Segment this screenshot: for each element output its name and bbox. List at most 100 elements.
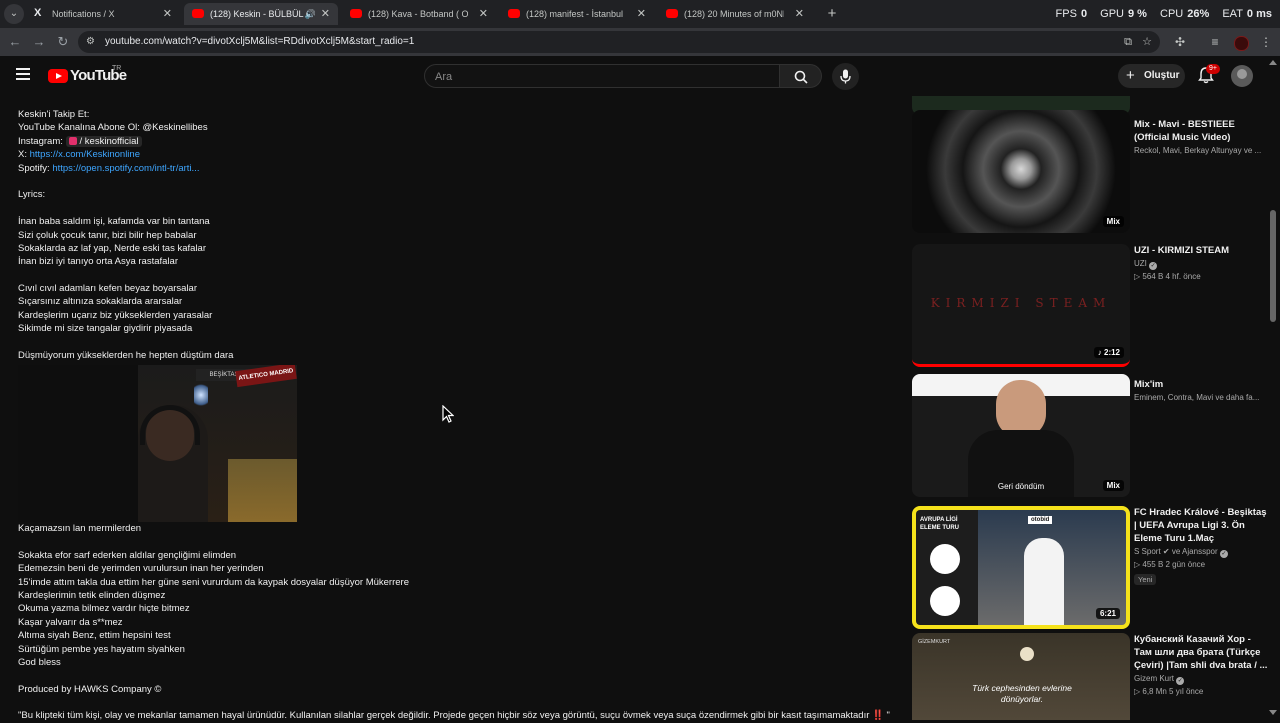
site-info-icon[interactable]: ⚙ [86,36,98,48]
new-badge: Yeni [1134,574,1157,585]
url-text[interactable]: youtube.com/watch?v=divotXclj5M&list=RDd… [105,31,414,53]
youtube-icon [666,9,678,18]
related-video-card[interactable]: Mix Mix - Mavi - BESTIEEE (Official Musi… [912,110,1268,238]
menu-icon[interactable] [16,68,30,80]
video-title[interactable]: FC Hradec Králové - Beşiktaş | UEFA Avru… [1134,506,1268,545]
eat-label: EAT [1222,8,1243,20]
video-thumbnail[interactable]: GİZEMKURT Türk cephesinden evlerine dönü… [912,633,1130,720]
description-label: Instagram: [18,135,66,147]
browser-tab[interactable]: X Notifications / X ✕ [26,3,180,25]
browser-tab[interactable]: (128) 20 Minutes of m0NESY AW ✕ [658,3,812,25]
scroll-up-arrow-icon[interactable] [1269,60,1277,65]
reload-icon[interactable]: ↻ [53,32,73,52]
cpu-value: 26% [1187,8,1210,20]
lyric-line: İnan baba saldım işi, kafamda var bin ta… [18,216,210,228]
lyric-line: Kaşar yalvarır da s**mez [18,616,123,628]
video-thumbnail[interactable]: KIRMIZI STEAM ♪ 2:12 [912,244,1130,367]
spotify-link[interactable]: https://open.spotify.com/intl-tr/arti... [52,163,199,174]
tab-close-icon[interactable]: ✕ [795,3,804,25]
video-channel[interactable]: Reckol, Mavi, Berkay Altunyay ve ... [1134,144,1268,157]
related-video-card[interactable]: GİZEMKURT Türk cephesinden evlerine dönü… [912,633,1268,720]
instagram-link[interactable]: / keskinofficial [65,135,142,147]
search-icon [794,70,808,84]
producer-credit: Produced by HAWKS Company © [18,683,162,695]
related-video-card[interactable]: ⋯ [912,96,1268,115]
tab-search-button[interactable]: ⌄ [4,4,24,24]
lyric-line: İnan bizi iyi tanıyo orta Asya rastafala… [18,256,178,268]
search-button[interactable] [780,64,822,88]
instagram-handle: / keskinofficial [79,135,139,147]
browser-tab[interactable]: (128) manifest - İstanbul Manife ✕ [500,3,654,25]
bookmark-star-icon[interactable]: ☆ [1139,34,1155,50]
youtube-play-icon [48,69,68,83]
browser-tab-active[interactable]: (128) Keskin - BÜLBÜL (Offic 🔊 ✕ [184,3,338,25]
more-options-icon[interactable]: ⋯ [1134,96,1268,99]
scroll-down-arrow-icon[interactable] [1269,710,1277,715]
page-scrollbar[interactable] [1270,210,1276,322]
youtube-icon [350,9,362,18]
instagram-icon [68,136,77,145]
tab-close-icon[interactable]: ✕ [321,3,330,25]
browser-menu-icon[interactable]: ⋮ [1256,32,1276,52]
video-channel[interactable]: Gizem Kurt ✓ [1134,672,1268,685]
thumbnail-text: Türk cephesinden evlerine dönüyorlar. [972,683,1072,704]
channel-name: Gizem Kurt [1134,674,1175,683]
video-thumbnail[interactable]: Geri döndüm Mix [912,374,1130,497]
video-meta: Mix'im Eminem, Contra, Mavi ve daha fa..… [1134,378,1268,404]
mix-badge: Mix [1102,480,1124,491]
video-title[interactable]: Mix - Mavi - BESTIEEE (Official Music Vi… [1134,118,1268,144]
search-input[interactable]: Ara [424,64,780,88]
account-avatar[interactable] [1231,65,1253,87]
video-meta: FC Hradec Králové - Beşiktaş | UEFA Avru… [1134,506,1268,585]
install-app-icon[interactable]: ⧉ [1120,34,1136,50]
moon-icon [1020,647,1034,661]
related-video-card[interactable]: KIRMIZI STEAM ♪ 2:12 UZI - KIRMIZI STEAM… [912,244,1268,368]
disclaimer: "Bu klipteki tüm kişi, olay ve mekanlar … [18,710,890,722]
audio-playing-icon[interactable]: 🔊 [305,3,316,25]
video-thumbnail[interactable]: AVRUPA LİGİ ELEME TURU otobid 6:21 [912,506,1130,629]
tab-title: Notifications / X [52,9,115,19]
media-control-icon[interactable]: ≡ [1205,32,1225,52]
lyric-line: Sokaklarda az laf yap, Nerde eski tas ka… [18,242,206,254]
related-videos-sidebar: ⋯ Mix Mix - Mavi - BESTIEEE (Official Mu… [902,96,1268,720]
lyric-line: 15'imde attım takla dua ettim her güne s… [18,576,409,588]
related-video-card[interactable]: Geri döndüm Mix Mix'im Eminem, Contra, M… [912,374,1268,499]
description-label: Spotify: [18,162,53,174]
x-line: X: https://x.com/Keskinonline [18,148,888,161]
extensions-icon[interactable]: ✣ [1170,32,1190,52]
create-button[interactable]: + Oluştur [1118,64,1185,88]
tab-close-icon[interactable]: ✕ [479,3,488,25]
plus-icon: + [1126,67,1135,84]
video-title[interactable]: Кубанский Казачий Хор - Там шли два брат… [1134,633,1268,672]
tab-title: (128) Kava - Botband ( Official M [368,9,468,19]
club-crest-icon [930,586,960,616]
related-video-card[interactable]: AVRUPA LİGİ ELEME TURU otobid 6:21 FC Hr… [912,506,1268,630]
video-thumbnail[interactable]: Mix [912,110,1130,233]
browser-tab[interactable]: (128) Kava - Botband ( Official M ✕ [342,3,496,25]
video-channel[interactable]: UZI ✓ [1134,257,1268,270]
channel-name: S Sport ✔ ve Ajansspor [1134,547,1218,556]
back-icon[interactable]: ← [5,32,25,52]
x-link[interactable]: https://x.com/Keskinonline [30,149,140,160]
country-code: TR [112,65,122,72]
lyrics-heading: Lyrics: [18,189,46,201]
video-duration: ♪ 2:12 [1093,347,1124,358]
video-title[interactable]: Mix'im [1134,378,1268,391]
address-bar[interactable]: ⚙ youtube.com/watch?v=divotXclj5M&list=R… [78,31,1160,53]
mouse-cursor-icon [442,405,454,423]
webcam-shelf [228,459,297,522]
tab-title: (128) 20 Minutes of m0NESY AW [684,9,784,19]
create-label: Oluştur [1144,70,1180,81]
video-title[interactable]: UZI - KIRMIZI STEAM [1134,244,1268,257]
forward-icon[interactable]: → [29,32,49,52]
tab-close-icon[interactable]: ✕ [637,3,646,25]
tab-close-icon[interactable]: ✕ [163,3,172,25]
new-tab-button[interactable]: + [822,4,842,24]
video-channel[interactable]: S Sport ✔ ve Ajansspor ✓ [1134,545,1268,558]
cpu-label: CPU [1160,8,1184,20]
lyric-line: Edemezsin beni de yerimden vurulursun in… [18,563,264,575]
profile-avatar[interactable] [1234,36,1249,51]
voice-search-button[interactable] [832,63,859,90]
thumbnail-caption: Geri döndüm [997,482,1045,491]
video-channel[interactable]: Eminem, Contra, Mavi ve daha fa... [1134,391,1268,404]
